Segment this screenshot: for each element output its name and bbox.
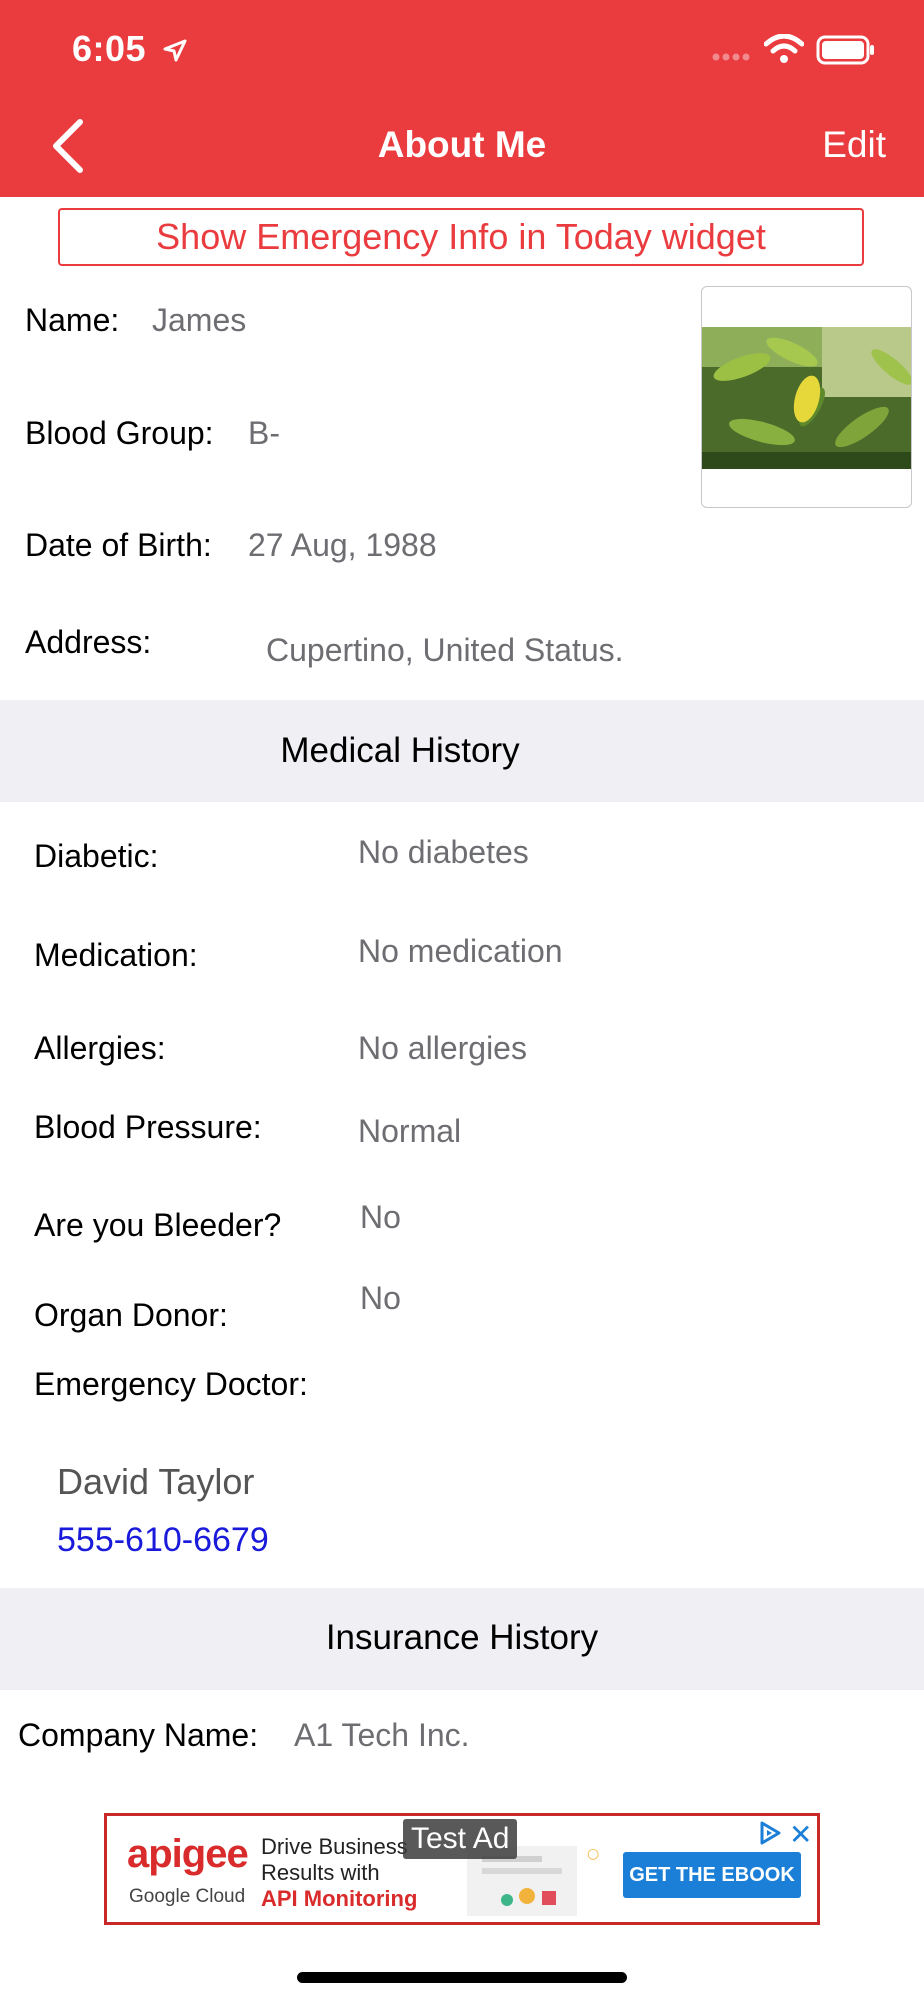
page-title: About Me xyxy=(377,124,547,165)
ad-copy-line: Drive Business xyxy=(261,1834,408,1859)
address-label: Address: xyxy=(25,624,152,660)
ad-brand-sub: Google Cloud xyxy=(129,1886,246,1907)
wifi-icon xyxy=(764,34,804,63)
show-emergency-info-button[interactable]: Show Emergency Info in Today widget xyxy=(58,208,864,266)
diabetic-label: Diabetic: xyxy=(34,838,159,874)
blood-pressure-label: Blood Pressure: xyxy=(34,1109,262,1145)
status-time: 6:05 xyxy=(72,28,147,69)
ad-copy-highlight: API Monitoring xyxy=(261,1886,418,1911)
allergies-label: Allergies: xyxy=(34,1030,166,1066)
medical-history-title: Medical History xyxy=(280,731,520,770)
ad-cta-button[interactable]: GET THE EBOOK xyxy=(623,1852,801,1898)
allergies-value: No allergies xyxy=(358,1030,527,1066)
blood-pressure-value: Normal xyxy=(358,1113,462,1149)
medication-label: Medication: xyxy=(34,937,198,973)
dob-value: 27 Aug, 1988 xyxy=(248,527,437,563)
address-value: Cupertino, United Status. xyxy=(266,632,624,668)
home-indicator xyxy=(297,1972,627,1983)
name-label: Name: xyxy=(25,302,120,338)
ad-close-icon[interactable]: ✕ xyxy=(789,1818,812,1851)
organ-donor-label: Organ Donor: xyxy=(34,1297,228,1333)
emergency-doctor-label: Emergency Doctor: xyxy=(34,1366,308,1402)
company-name-value: A1 Tech Inc. xyxy=(294,1717,470,1753)
organ-donor-value: No xyxy=(360,1280,401,1316)
profile-photo[interactable] xyxy=(701,286,912,508)
doctor-phone-link[interactable]: 555-610-6679 xyxy=(57,1521,269,1560)
blood-group-label: Blood Group: xyxy=(25,415,214,451)
medication-value: No medication xyxy=(358,933,563,969)
ad-brand-logo: apigee xyxy=(127,1832,249,1876)
insurance-history-title: Insurance History xyxy=(325,1618,599,1657)
test-ad-label: Test Ad xyxy=(403,1819,518,1859)
svg-text:○: ○ xyxy=(587,1846,599,1862)
bleeder-value: No xyxy=(360,1199,401,1235)
ad-choices-icon[interactable] xyxy=(757,1820,783,1846)
doctor-name: David Taylor xyxy=(57,1461,255,1502)
company-name-label: Company Name: xyxy=(18,1717,259,1753)
diabetic-value: No diabetes xyxy=(358,834,529,870)
profile-image xyxy=(702,327,911,469)
signal-icon xyxy=(712,53,750,61)
ad-banner[interactable]: apigee Google Cloud Drive Business Resul… xyxy=(104,1813,820,1925)
battery-icon xyxy=(816,35,874,65)
edit-button[interactable]: Edit xyxy=(822,124,886,166)
dob-label: Date of Birth: xyxy=(25,527,212,563)
location-arrow-icon xyxy=(163,39,187,62)
name-value: James xyxy=(152,302,247,338)
bleeder-label: Are you Bleeder? xyxy=(34,1207,282,1243)
ad-copy-line: Results with xyxy=(261,1860,380,1885)
blood-group-value: B- xyxy=(248,415,280,451)
